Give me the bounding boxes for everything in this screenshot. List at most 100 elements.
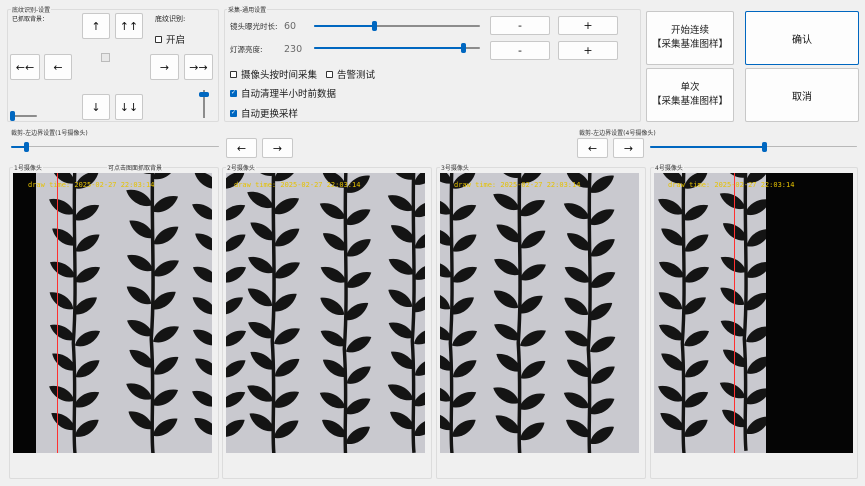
single-capture-button[interactable]: 单次 【采集基准图样】 [646, 68, 734, 122]
camera-2-title: 2号摄像头 [226, 163, 256, 172]
camera-1-hint: 可点击图面抓取背景 [107, 163, 164, 172]
arrow-down-double-icon: ↓↓ [119, 100, 139, 114]
center-marker [101, 53, 110, 62]
camera-3-title: 3号摄像头 [440, 163, 470, 172]
confirm-label: 确认 [792, 34, 812, 46]
brightness-minus-button[interactable]: - [490, 41, 550, 60]
arrow-right-icon: → [272, 141, 283, 155]
exposure-minus-button[interactable]: - [490, 16, 550, 35]
single-capture-line2: 【采集基准图样】 [651, 96, 728, 107]
camera-1-timestamp: draw time: 2025-02-27 22:03:14 [28, 181, 155, 189]
arrow-right-icon: → [159, 60, 170, 74]
crop-right-slider[interactable] [650, 142, 857, 152]
crop-right-thumb[interactable] [761, 142, 767, 152]
plus-icon: + [583, 44, 593, 57]
camera-2-view[interactable]: draw time: 2025-02-27 22:03:14 [226, 173, 425, 453]
cancel-button[interactable]: 取消 [745, 68, 859, 122]
crop-right-title: 裁剪-左边界设置(4号摄像头) [578, 128, 657, 137]
arrow-right-icon: → [623, 141, 634, 155]
pattern-enable-box[interactable] [155, 35, 162, 43]
camera-4-crop-line [734, 173, 735, 453]
pattern-v-slider[interactable] [199, 90, 209, 118]
crop-left-track [11, 146, 219, 147]
brightness-thumb[interactable] [461, 43, 467, 53]
move-left-fast-button[interactable]: ←← [10, 54, 40, 80]
camera-4-title: 4号摄像头 [654, 163, 684, 172]
move-right-fast-button[interactable]: →→ [184, 54, 213, 80]
alarm-test-box[interactable] [326, 70, 333, 78]
move-up-button[interactable]: ↑ [82, 13, 110, 39]
arrow-up-double-icon: ↑↑ [119, 19, 139, 33]
exposure-value: 60 [284, 21, 297, 32]
move-up-fast-button[interactable]: ↑↑ [115, 13, 143, 39]
crop-left-slider[interactable] [11, 142, 219, 152]
auto-replace-checkbox[interactable]: 自动更换采样 [230, 106, 298, 120]
pattern-v-thumb[interactable] [199, 91, 209, 97]
camera-4-view[interactable]: draw time: 2025-02-27 22:03:14 [654, 173, 853, 453]
camera-3-view[interactable]: draw time: 2025-02-27 22:03:14 [440, 173, 639, 453]
brightness-slider[interactable] [314, 43, 480, 53]
crop-right-move-right-button[interactable]: → [613, 138, 644, 158]
auto-clean-box[interactable] [230, 89, 237, 97]
move-down-button[interactable]: ↓ [82, 94, 110, 120]
exposure-plus-button[interactable]: + [558, 16, 618, 35]
alarm-test-label: 告警测试 [337, 70, 376, 81]
single-capture-line1: 单次 [680, 82, 700, 93]
exposure-slider[interactable] [314, 21, 480, 31]
move-left-button[interactable]: ← [44, 54, 72, 80]
crop-left-thumb[interactable] [23, 142, 29, 152]
move-down-fast-button[interactable]: ↓↓ [115, 94, 143, 120]
brightness-label: 灯源亮度: [230, 45, 263, 54]
timed-capture-checkbox[interactable]: 摄像头按时间采集 [230, 67, 317, 81]
brightness-value: 230 [284, 44, 303, 55]
auto-replace-label: 自动更换采样 [241, 109, 299, 120]
arrow-up-icon: ↑ [91, 19, 101, 33]
pattern-enable-checkbox[interactable]: 开启 [155, 32, 185, 46]
start-continuous-line1: 开始连续 [670, 25, 709, 36]
minus-icon: - [518, 19, 522, 32]
camera-1-pattern [13, 173, 212, 453]
arrow-left-icon: ← [236, 141, 247, 155]
exposure-thumb[interactable] [371, 21, 377, 31]
camera-3-pattern [440, 173, 639, 453]
arrow-left-icon: ← [587, 141, 598, 155]
pattern-detect-label: 底纹识别: [155, 15, 186, 23]
captured-background-label: 已抓取背景： [12, 16, 49, 23]
brightness-plus-button[interactable]: + [558, 41, 618, 60]
start-continuous-button[interactable]: 开始连续 【采集基准图样】 [646, 11, 734, 65]
pattern-h-thumb[interactable] [10, 111, 16, 121]
arrow-left-icon: ← [53, 60, 63, 74]
arrow-down-icon: ↓ [91, 100, 101, 114]
crop-left-move-right-button[interactable]: → [262, 138, 293, 158]
cancel-label: 取消 [792, 91, 812, 103]
pattern-enable-label: 开启 [166, 35, 186, 46]
arrow-left-double-icon: ←← [15, 60, 35, 74]
timed-capture-box[interactable] [230, 70, 237, 78]
timed-capture-label: 摄像头按时间采集 [241, 70, 318, 81]
minus-icon: - [518, 44, 522, 57]
crop-left-title: 裁剪-左边界设置(1号摄像头) [10, 128, 89, 137]
crop-left-move-left-button[interactable]: ← [226, 138, 257, 158]
confirm-button[interactable]: 确认 [745, 11, 859, 65]
pattern-settings-title: 底纹识别-设置 [11, 5, 52, 14]
crop-right-move-left-button[interactable]: ← [577, 138, 608, 158]
camera-4-timestamp: draw time: 2025-02-27 22:03:14 [668, 181, 795, 189]
brightness-fill [314, 47, 464, 49]
arrow-right-double-icon: →→ [189, 60, 208, 74]
auto-clean-label: 自动清理半小时前数据 [241, 89, 337, 100]
camera-2-timestamp: draw time: 2025-02-27 22:03:14 [234, 181, 361, 189]
camera-1-view[interactable]: draw time: 2025-02-27 22:03:14 [13, 173, 212, 453]
plus-icon: + [583, 19, 593, 32]
camera-4-black-edge [766, 173, 853, 453]
exposure-fill [314, 25, 374, 27]
auto-clean-checkbox[interactable]: 自动清理半小时前数据 [230, 86, 336, 100]
alarm-test-checkbox[interactable]: 告警测试 [326, 67, 375, 81]
camera-2-pattern [226, 173, 425, 453]
start-continuous-line2: 【采集基准图样】 [651, 39, 728, 50]
pattern-h-slider[interactable] [10, 111, 37, 121]
camera-1-crop-line [57, 173, 58, 453]
auto-replace-box[interactable] [230, 109, 237, 117]
camera-1-title: 1号摄像头 [13, 163, 43, 172]
move-right-button[interactable]: → [150, 54, 179, 80]
exposure-label: 镜头曝光时长: [230, 22, 278, 31]
